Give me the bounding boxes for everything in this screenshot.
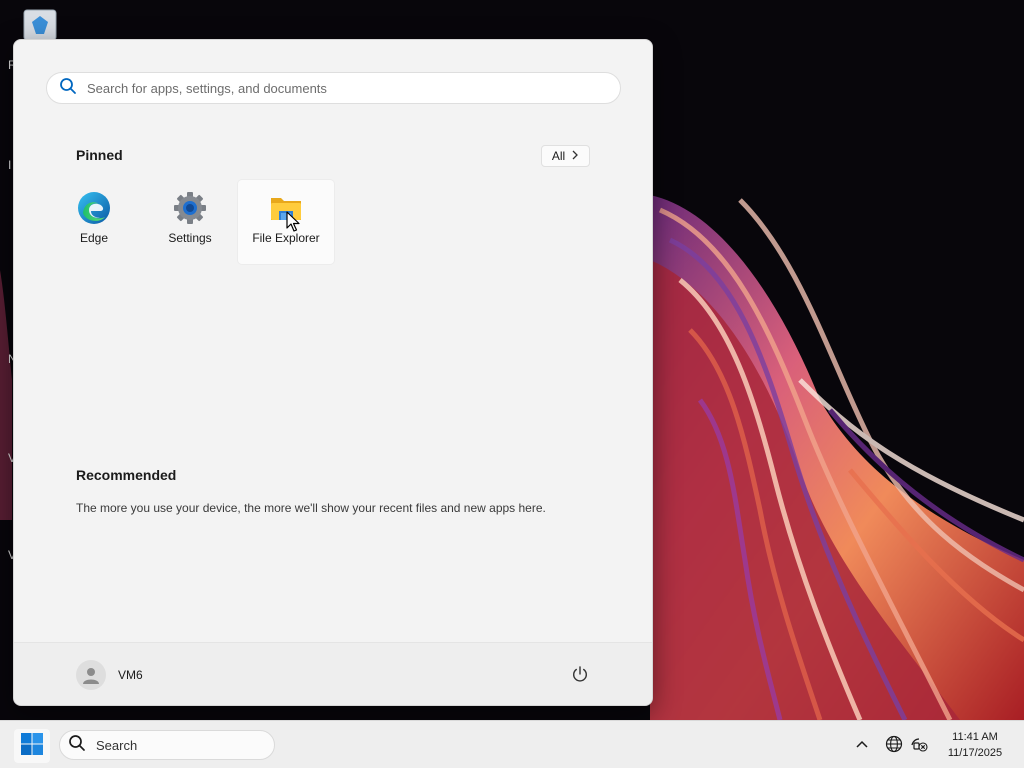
start-menu: Pinned All Edge [13, 39, 653, 706]
folder-icon [269, 191, 303, 225]
pinned-app-label: Settings [168, 231, 212, 245]
pinned-app-label: File Explorer [252, 231, 320, 245]
gear-icon [173, 191, 207, 225]
taskbar: Search 11:41 AM 11/17/2025 [0, 720, 1024, 768]
pinned-app-settings[interactable]: Settings [142, 180, 238, 264]
taskbar-search-box[interactable]: Search [59, 730, 275, 760]
pinned-title: Pinned [76, 147, 123, 163]
pinned-app-edge[interactable]: Edge [46, 180, 142, 264]
clock-date: 11/17/2025 [947, 747, 1003, 759]
recommended-title: Recommended [76, 467, 177, 483]
start-search-input[interactable] [87, 80, 587, 96]
recycle-bin-icon[interactable] [20, 8, 60, 41]
start-menu-footer: VM6 [14, 642, 652, 705]
network-icon[interactable] [909, 734, 929, 754]
taskbar-search-label: Search [96, 737, 138, 753]
recommended-empty-message: The more you use your device, the more w… [76, 501, 546, 515]
chevron-right-icon [571, 149, 579, 163]
start-search-box[interactable] [46, 72, 621, 104]
start-button[interactable] [14, 729, 50, 763]
desktop-icon-label: I [8, 158, 12, 172]
clock-time: 11:41 AM [952, 731, 998, 743]
avatar [76, 660, 106, 690]
pinned-app-label: Edge [79, 231, 109, 245]
globe-icon[interactable] [884, 734, 904, 754]
search-icon [68, 734, 86, 757]
system-clock[interactable]: 11:41 AM 11/17/2025 [938, 729, 1012, 761]
user-account-button[interactable]: VM6 [76, 660, 143, 690]
all-apps-button[interactable]: All [541, 145, 590, 167]
user-name: VM6 [118, 668, 143, 682]
edge-icon [77, 191, 111, 225]
all-apps-label: All [551, 149, 566, 163]
search-icon [59, 77, 77, 100]
pinned-app-file-explorer[interactable]: File Explorer [238, 180, 334, 264]
chevron-up-icon[interactable] [852, 734, 872, 754]
power-button[interactable] [568, 664, 592, 688]
power-icon [571, 665, 589, 688]
windows-logo-icon [20, 732, 44, 761]
